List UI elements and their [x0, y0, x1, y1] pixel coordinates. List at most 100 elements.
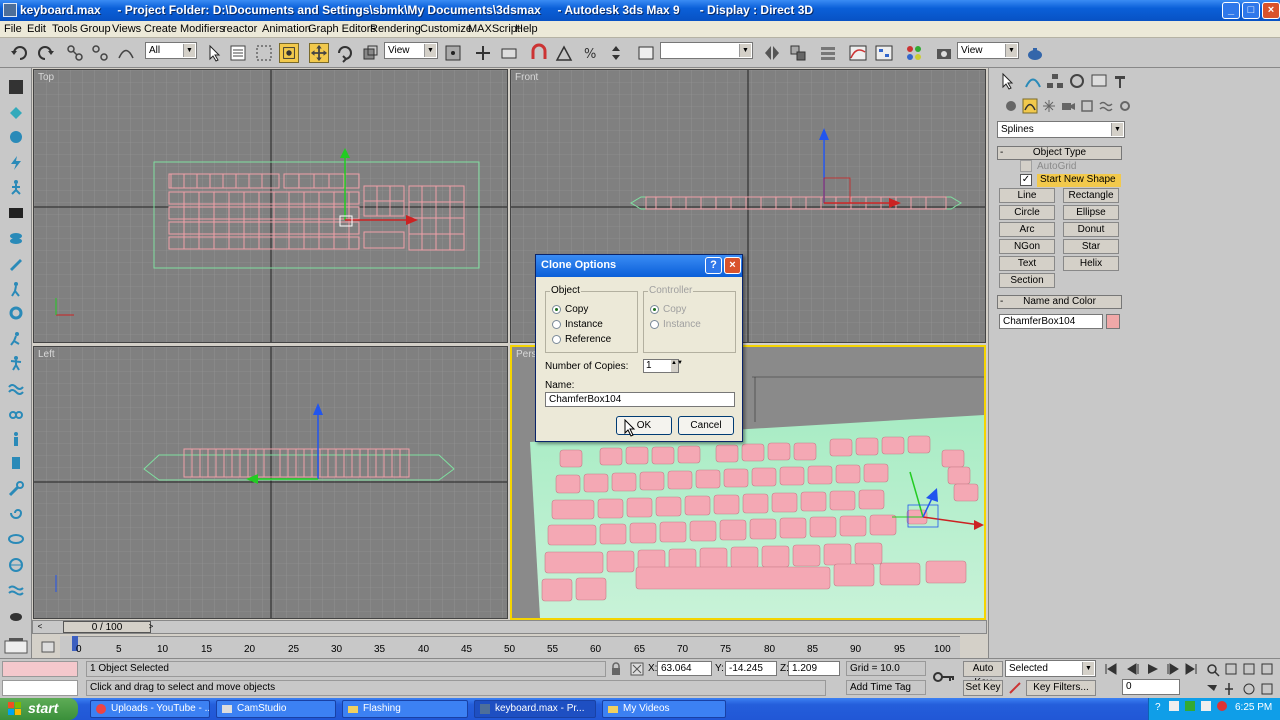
task-my-videos[interactable]: My Videos — [602, 700, 726, 718]
wave-icon[interactable] — [7, 380, 25, 398]
hierarchy-tab-icon[interactable] — [1045, 72, 1065, 90]
angle-snap-icon[interactable] — [554, 43, 574, 63]
menu-rendering[interactable]: Rendering — [370, 23, 421, 35]
walk-icon[interactable] — [7, 280, 25, 298]
viewport-navigation-controls[interactable] — [1204, 661, 1278, 697]
maxscript-listener-pink[interactable] — [2, 661, 78, 677]
menu-group[interactable]: Group — [80, 23, 111, 35]
spinner-snap-icon[interactable] — [606, 43, 626, 63]
edit-named-selection-icon[interactable] — [636, 43, 656, 63]
current-frame-field[interactable]: 0 — [1122, 679, 1180, 695]
task-youtube-uploads[interactable]: Uploads - YouTube - ... — [90, 700, 210, 718]
menu-animation[interactable]: Animation — [262, 23, 311, 35]
task-camstudio[interactable]: CamStudio — [216, 700, 336, 718]
lock-icon[interactable] — [610, 662, 622, 676]
select-and-manipulate-icon[interactable] — [473, 43, 493, 63]
viewport-label-front[interactable]: Front — [515, 72, 538, 83]
menu-graph-editors[interactable]: Graph Editors — [308, 23, 376, 35]
display-tab-icon[interactable] — [1089, 72, 1109, 90]
ngon-button[interactable]: NGon — [999, 239, 1055, 254]
3dsmax-app-icon[interactable] — [3, 3, 17, 17]
gear-icon[interactable] — [7, 304, 25, 322]
minimize-button[interactable]: _ — [1222, 2, 1240, 19]
select-and-move-icon[interactable] — [309, 43, 329, 63]
link-icon[interactable] — [7, 406, 25, 424]
menu-help[interactable]: Help — [515, 23, 538, 35]
shapes-category-icon[interactable] — [1022, 98, 1038, 114]
spiral-icon[interactable] — [7, 504, 25, 522]
menu-edit[interactable]: Edit — [27, 23, 46, 35]
dialog-close-button[interactable]: × — [724, 257, 741, 274]
object-name-field[interactable]: ChamferBox104 — [999, 314, 1103, 329]
space-warps-category-icon[interactable] — [1098, 98, 1114, 114]
donut-button[interactable]: Donut — [1063, 222, 1119, 237]
menu-views[interactable]: Views — [112, 23, 141, 35]
start-button[interactable]: start — [0, 698, 78, 720]
key-mode-toggle-icon[interactable] — [1008, 681, 1022, 695]
reference-coordinate-dropdown[interactable]: View ▼ — [384, 42, 438, 59]
menu-modifiers[interactable]: Modifiers — [180, 23, 225, 35]
menu-create[interactable]: Create — [144, 23, 177, 35]
globe-icon[interactable] — [7, 556, 25, 574]
open-mini-curve-editor-icon[interactable] — [2, 638, 30, 656]
wrench-icon[interactable] — [7, 480, 25, 498]
sphere-icon[interactable] — [7, 128, 25, 146]
schematic-view-icon[interactable] — [874, 43, 894, 63]
spinner-arrows-icon[interactable]: ▲▼ — [671, 360, 683, 372]
container-icon[interactable] — [7, 78, 25, 96]
viewport-label-left[interactable]: Left — [38, 349, 55, 360]
auto-key-button[interactable]: Auto Key — [963, 661, 1003, 688]
playback-controls[interactable] — [1102, 661, 1198, 677]
object-type-rollout-header[interactable]: - Object Type — [997, 146, 1122, 160]
pencil-icon[interactable] — [7, 254, 25, 272]
helpers-category-icon[interactable] — [1079, 98, 1095, 114]
motion-tab-icon[interactable] — [1067, 72, 1087, 90]
start-new-shape-checkbox[interactable]: ✓ — [1020, 174, 1032, 186]
line-button[interactable]: Line — [999, 188, 1055, 203]
named-selection-sets-dropdown[interactable]: ▼ — [660, 42, 753, 59]
film-icon[interactable] — [7, 204, 25, 222]
next-frame-icon[interactable]: > — [146, 621, 156, 633]
circle-button[interactable]: Circle — [999, 205, 1055, 220]
menu-file[interactable]: File — [4, 23, 22, 35]
tray-help-icon[interactable]: ? — [1155, 702, 1161, 713]
key-icon[interactable] — [932, 667, 956, 687]
tray-shield-icon[interactable] — [1185, 701, 1195, 711]
figure-icon[interactable] — [7, 178, 25, 196]
time-slider[interactable]: 0 / 100 < > — [32, 620, 987, 634]
name-and-color-rollout-header[interactable]: - Name and Color — [997, 295, 1122, 309]
track-bar-filter-icon[interactable] — [40, 638, 56, 656]
close-button[interactable]: × — [1262, 2, 1280, 19]
select-object-icon[interactable] — [204, 43, 224, 63]
helix-button[interactable]: Helix — [1063, 256, 1119, 271]
viewport-top[interactable]: Top — [33, 69, 508, 343]
material-editor-icon[interactable] — [904, 43, 924, 63]
set-key-button[interactable]: Set Key — [963, 680, 1003, 696]
render-type-dropdown[interactable]: View ▼ — [957, 42, 1019, 59]
ellipse-button[interactable]: Ellipse — [1063, 205, 1119, 220]
task-keyboard-max[interactable]: keyboard.max - Pr... — [474, 700, 596, 718]
ellipse-icon[interactable] — [7, 530, 25, 548]
rectangle-button[interactable]: Rectangle — [1063, 188, 1119, 203]
snaps-toggle-icon[interactable] — [529, 43, 549, 63]
object-category-dropdown[interactable]: Splines ▼ — [997, 121, 1125, 138]
wave-lines-icon[interactable] — [7, 582, 25, 600]
select-by-name-icon[interactable] — [228, 43, 248, 63]
keyboard-shortcut-override-icon[interactable] — [499, 43, 519, 63]
text-button[interactable]: Text — [999, 256, 1055, 271]
tray-alert-icon[interactable] — [1217, 701, 1227, 711]
rectangular-selection-region-icon[interactable] — [254, 43, 274, 63]
key-filters-button[interactable]: Key Filters... — [1026, 680, 1096, 696]
lights-category-icon[interactable] — [1041, 98, 1057, 114]
select-and-link-icon[interactable] — [65, 43, 85, 63]
key-mode-dropdown[interactable]: Selected ▼ — [1005, 660, 1096, 677]
x-coordinate-field[interactable]: 63.064 — [657, 661, 712, 676]
absolute-mode-transform-icon[interactable] — [630, 662, 644, 676]
viewport-label-top[interactable]: Top — [38, 72, 54, 83]
curve-editor-icon[interactable] — [848, 43, 868, 63]
menu-customize[interactable]: Customize — [420, 23, 472, 35]
run-icon[interactable] — [7, 330, 25, 348]
cameras-category-icon[interactable] — [1060, 98, 1076, 114]
align-icon[interactable] — [788, 43, 808, 63]
section-button[interactable]: Section — [999, 273, 1055, 288]
